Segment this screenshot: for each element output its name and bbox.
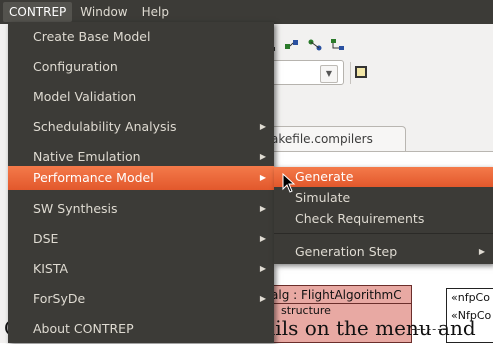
- connect-icon[interactable]: [308, 39, 322, 51]
- tab-makefile-compilers[interactable]: akefile.compilers: [266, 126, 406, 151]
- menu-item-label: Model Validation: [33, 89, 137, 104]
- menu-item-kista[interactable]: KISTA ▶: [8, 254, 274, 283]
- block-title: alg : FlightAlgorithmC: [271, 288, 402, 302]
- submenu-arrow-icon: ▶: [259, 234, 266, 243]
- submenu-arrow-icon: ▶: [259, 204, 266, 213]
- submenu-arrow-icon: ▶: [259, 173, 266, 182]
- menu-item-label: Native Emulation: [33, 149, 141, 164]
- menu-item-dse[interactable]: DSE ▶: [8, 224, 274, 253]
- table-icon[interactable]: [355, 66, 367, 78]
- tree-icon[interactable]: [331, 39, 345, 51]
- menu-item-create-base-model[interactable]: Create Base Model: [8, 22, 274, 51]
- menu-item-model-validation[interactable]: Model Validation: [8, 82, 274, 111]
- toolbar-divider: [350, 62, 351, 84]
- chevron-down-icon[interactable]: ▼: [320, 65, 338, 83]
- submenu-item-check-requirements[interactable]: Check Requirements: [274, 209, 493, 229]
- submenu-arrow-icon: ▶: [259, 122, 266, 131]
- submenu-arrow-icon: ▶: [259, 294, 266, 303]
- menu-item-schedulability-analysis[interactable]: Schedulability Analysis ▶: [8, 112, 274, 141]
- submenu-separator: [274, 233, 493, 234]
- link-icon[interactable]: [285, 39, 299, 51]
- contrep-dropdown-menu: Create Base Model Configuration Model Va…: [8, 22, 274, 343]
- menu-item-label: About CONTREP: [33, 321, 134, 336]
- menu-item-label: DSE: [33, 231, 59, 246]
- menu-item-label: Configuration: [33, 59, 118, 74]
- menu-item-forsyde[interactable]: ForSyDe ▶: [8, 284, 274, 313]
- menu-item-label: SW Synthesis: [33, 201, 118, 216]
- submenu-item-label: Check Requirements: [295, 211, 425, 226]
- submenu-item-generation-step[interactable]: Generation Step ▶: [274, 242, 493, 262]
- performance-model-submenu: Generate Simulate Check Requirements Gen…: [274, 167, 493, 264]
- submenu-arrow-icon: ▶: [478, 247, 485, 256]
- mouse-cursor-icon: [282, 173, 296, 193]
- submenu-item-label: Generate: [295, 169, 354, 184]
- submenu-arrow-icon: ▶: [259, 264, 266, 273]
- menu-contrep[interactable]: CONTREP: [3, 2, 73, 22]
- menu-item-label: ForSyDe: [33, 291, 86, 306]
- menu-item-configuration[interactable]: Configuration: [8, 52, 274, 81]
- menu-item-sw-synthesis[interactable]: SW Synthesis ▶: [8, 194, 274, 223]
- menu-item-label: Performance Model: [33, 170, 154, 185]
- menu-item-about-contrep[interactable]: About CONTREP: [8, 314, 274, 343]
- model-combo-box[interactable]: ▼: [262, 60, 344, 85]
- submenu-item-label: Generation Step: [295, 244, 398, 259]
- menu-item-label: Schedulability Analysis: [33, 119, 177, 134]
- submenu-item-simulate[interactable]: Simulate: [274, 188, 493, 208]
- block-compartment: structure: [271, 303, 411, 317]
- nfp-line: «nfpCo: [451, 291, 490, 304]
- menu-item-label: KISTA: [33, 261, 69, 276]
- menu-item-label: Create Base Model: [33, 29, 151, 44]
- submenu-item-label: Simulate: [295, 190, 351, 205]
- toolbar: [262, 32, 354, 58]
- menu-item-performance-model[interactable]: Performance Model ▶: [8, 166, 274, 190]
- menubar: CONTREP Window Help: [0, 0, 493, 24]
- submenu-item-generate[interactable]: Generate: [274, 167, 493, 187]
- menu-help[interactable]: Help: [136, 2, 175, 22]
- menu-window[interactable]: Window: [74, 2, 133, 22]
